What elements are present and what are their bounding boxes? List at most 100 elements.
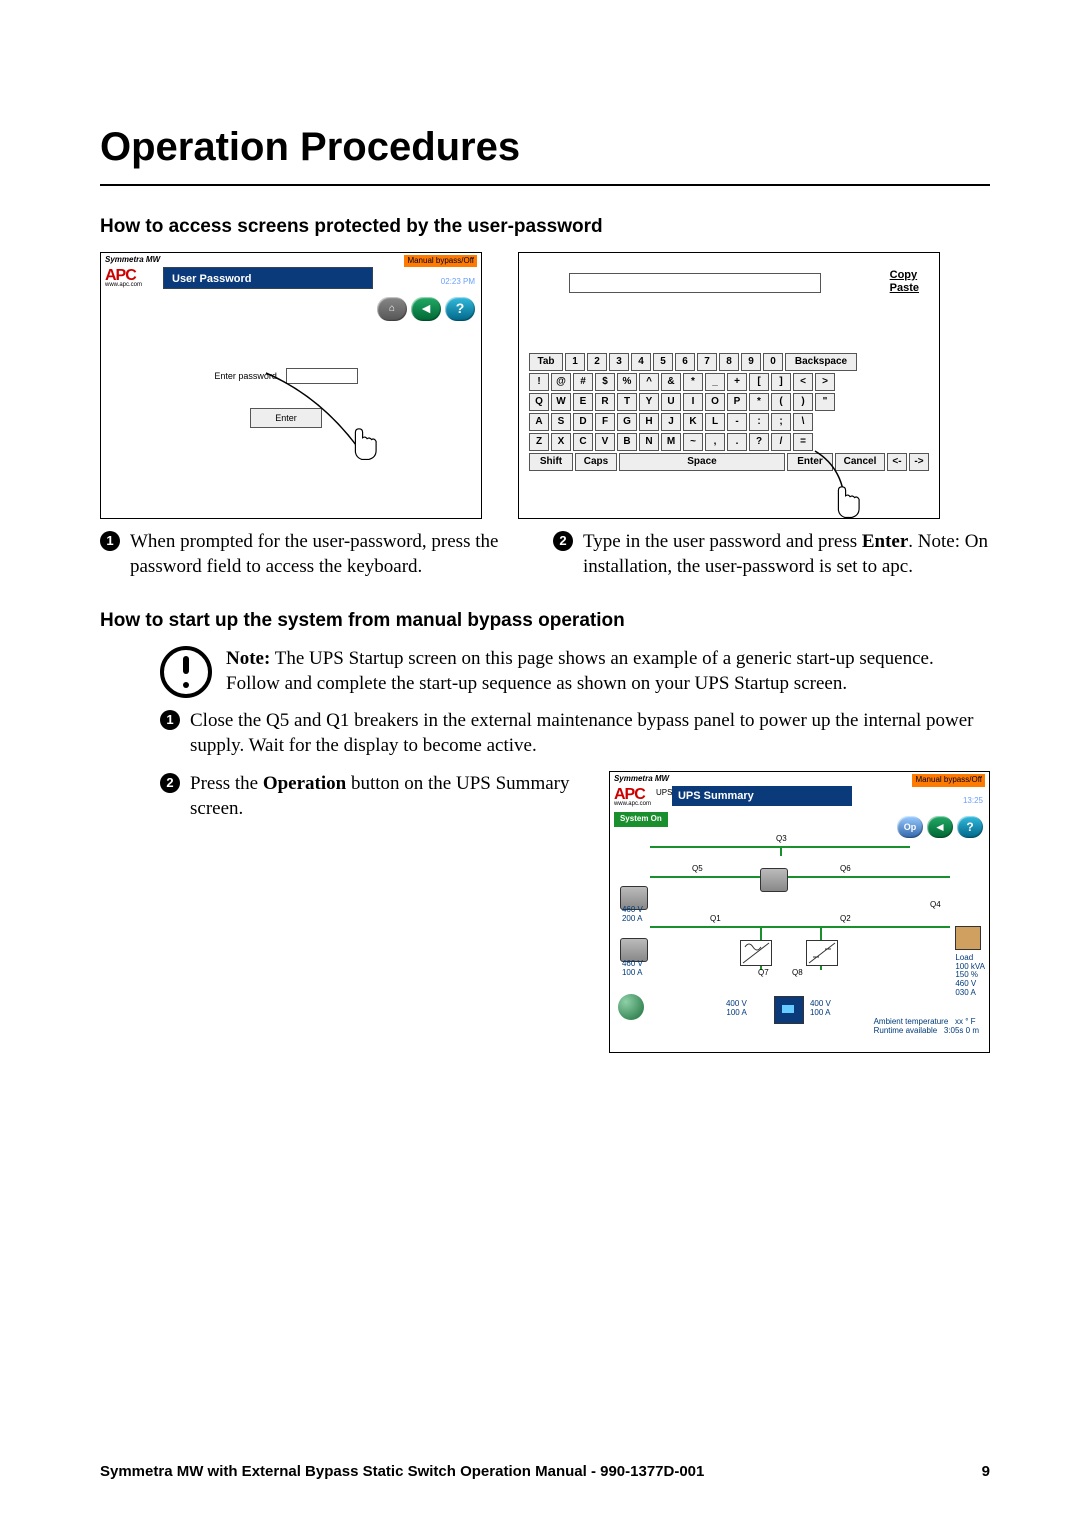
key-n[interactable]: N — [639, 433, 659, 451]
key-[interactable]: # — [573, 373, 593, 391]
key-7[interactable]: 7 — [697, 353, 717, 371]
key-[interactable]: ) — [793, 393, 813, 411]
password-input[interactable] — [286, 368, 358, 384]
ups-summary-screen: Symmetra MW APC www.apc.com UPS1 UPS Sum… — [609, 771, 990, 1053]
key-z[interactable]: Z — [529, 433, 549, 451]
key-[interactable]: <- — [887, 453, 907, 471]
key-w[interactable]: W — [551, 393, 571, 411]
enter-button[interactable]: Enter — [250, 408, 322, 428]
key-enter[interactable]: Enter — [787, 453, 833, 471]
key-[interactable]: / — [771, 433, 791, 451]
key-caps[interactable]: Caps — [575, 453, 617, 471]
password-label: Enter password — [214, 370, 277, 382]
key-tab[interactable]: Tab — [529, 353, 563, 371]
paste-button[interactable]: Paste — [890, 282, 919, 295]
key-v[interactable]: V — [595, 433, 615, 451]
help-icon[interactable]: ? — [445, 297, 475, 321]
key-[interactable]: - — [727, 413, 747, 431]
home-icon[interactable]: ⌂ — [377, 297, 407, 321]
key-g[interactable]: G — [617, 413, 637, 431]
page-number: 9 — [982, 1462, 990, 1482]
key-a[interactable]: A — [529, 413, 549, 431]
key-[interactable]: < — [793, 373, 813, 391]
q7-label: Q7 — [758, 968, 769, 979]
key-[interactable]: ! — [529, 373, 549, 391]
key-6[interactable]: 6 — [675, 353, 695, 371]
key-j[interactable]: J — [661, 413, 681, 431]
key-[interactable]: : — [749, 413, 769, 431]
keyboard-text-field[interactable] — [569, 273, 821, 293]
key-9[interactable]: 9 — [741, 353, 761, 371]
key-[interactable]: ? — [749, 433, 769, 451]
key-m[interactable]: M — [661, 433, 681, 451]
ups-summary-title: UPS Summary — [672, 786, 852, 806]
key-8[interactable]: 8 — [719, 353, 739, 371]
key-[interactable]: > — [815, 373, 835, 391]
key-shift[interactable]: Shift — [529, 453, 573, 471]
title-rule — [100, 184, 990, 186]
key-cancel[interactable]: Cancel — [835, 453, 885, 471]
key-p[interactable]: P — [727, 393, 747, 411]
copy-button[interactable]: Copy — [890, 269, 919, 282]
key-s[interactable]: S — [551, 413, 571, 431]
key-[interactable]: @ — [551, 373, 571, 391]
key-b[interactable]: B — [617, 433, 637, 451]
key-t[interactable]: T — [617, 393, 637, 411]
key-e[interactable]: E — [573, 393, 593, 411]
key-d[interactable]: D — [573, 413, 593, 431]
key-[interactable]: * — [683, 373, 703, 391]
key-[interactable]: + — [727, 373, 747, 391]
key-[interactable]: & — [661, 373, 681, 391]
system-on-badge: System On — [614, 812, 668, 827]
step2-text: Type in the user password and press Ente… — [583, 529, 990, 580]
key-q[interactable]: Q — [529, 393, 549, 411]
key-h[interactable]: H — [639, 413, 659, 431]
key-[interactable]: % — [617, 373, 637, 391]
key-x[interactable]: X — [551, 433, 571, 451]
step-badge-1: 1 — [100, 531, 120, 551]
key-[interactable]: -> — [909, 453, 929, 471]
key-[interactable]: [ — [749, 373, 769, 391]
key-[interactable]: _ — [705, 373, 725, 391]
onscreen-keyboard: Tab1234567890Backspace!@#$%^&*_+[]<>QWER… — [529, 353, 929, 473]
key-3[interactable]: 3 — [609, 353, 629, 371]
key-[interactable]: " — [815, 393, 835, 411]
key-[interactable]: ~ — [683, 433, 703, 451]
q5-breaker[interactable] — [760, 868, 788, 892]
key-[interactable]: ^ — [639, 373, 659, 391]
key-r[interactable]: R — [595, 393, 615, 411]
key-[interactable]: ; — [771, 413, 791, 431]
key-c[interactable]: C — [573, 433, 593, 451]
key-l[interactable]: L — [705, 413, 725, 431]
key-f[interactable]: F — [595, 413, 615, 431]
back-icon[interactable]: ◄ — [411, 297, 441, 321]
key-space[interactable]: Space — [619, 453, 785, 471]
load-a: 030 A — [955, 989, 985, 998]
key-5[interactable]: 5 — [653, 353, 673, 371]
key-[interactable]: , — [705, 433, 725, 451]
key-4[interactable]: 4 — [631, 353, 651, 371]
key-[interactable]: ] — [771, 373, 791, 391]
key-[interactable]: $ — [595, 373, 615, 391]
key-[interactable]: ( — [771, 393, 791, 411]
key-backspace[interactable]: Backspace — [785, 353, 857, 371]
q3-label: Q3 — [776, 834, 787, 845]
key-2[interactable]: 2 — [587, 353, 607, 371]
key-[interactable]: . — [727, 433, 747, 451]
key-y[interactable]: Y — [639, 393, 659, 411]
key-o[interactable]: O — [705, 393, 725, 411]
key-1[interactable]: 1 — [565, 353, 585, 371]
batt-a1: 100 A — [726, 1009, 747, 1018]
key-0[interactable]: 0 — [763, 353, 783, 371]
key-[interactable]: \ — [793, 413, 813, 431]
apc-url-2: www.apc.com — [614, 800, 651, 808]
screen-title: User Password — [163, 267, 373, 289]
key-u[interactable]: U — [661, 393, 681, 411]
key-[interactable]: = — [793, 433, 813, 451]
key-[interactable]: * — [749, 393, 769, 411]
key-i[interactable]: I — [683, 393, 703, 411]
section2-heading: How to start up the system from manual b… — [100, 608, 990, 634]
battery-cabinet — [774, 996, 804, 1024]
page-title: Operation Procedures — [100, 120, 990, 174]
key-k[interactable]: K — [683, 413, 703, 431]
